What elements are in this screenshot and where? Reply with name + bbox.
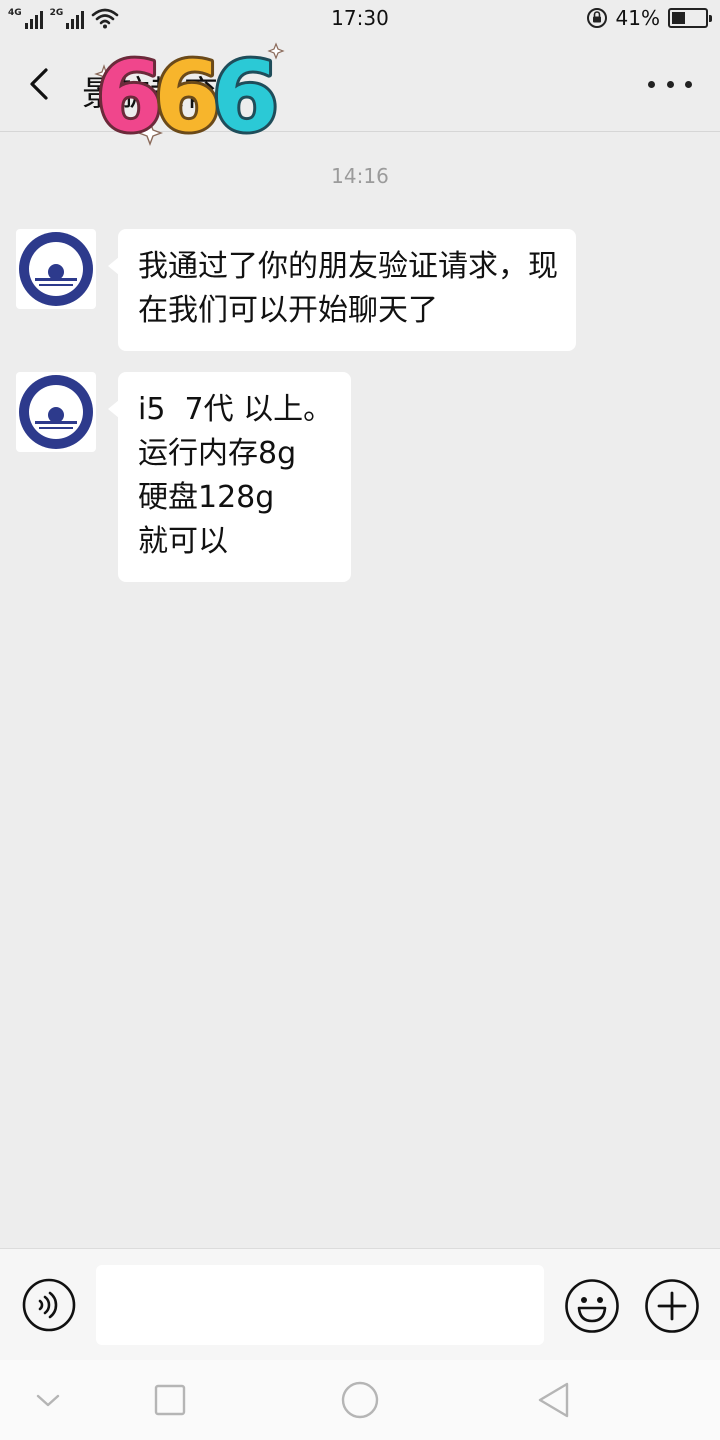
more-dot [685,80,692,88]
more-dot [666,80,674,88]
rotation-lock-icon [586,8,607,28]
message-line: 就可以 [138,524,228,559]
message-bubble[interactable]: 我通过了你的朋友验证请求，现 在我们可以开始聊天了 [108,229,576,351]
logo-avatar-icon [19,375,93,449]
message-bubble[interactable]: i5 7代 以上。 运行内存8g 硬盘128g 就可以 [107,372,352,582]
logo-avatar-icon [19,232,93,306]
status-right: 41% [586,6,712,30]
message-line: 硬盘128g [138,480,275,515]
home-circle-icon[interactable] [340,1380,380,1420]
input-bar [0,1248,720,1360]
contact-avatar[interactable] [16,372,96,452]
message-line: 在我们可以开始聊天了 [138,293,438,328]
message-line: 运行内存8g [138,436,297,471]
contact-avatar[interactable] [16,229,96,309]
battery-icon [668,8,712,28]
recent-apps-square-icon[interactable] [150,1380,190,1420]
plus-button[interactable] [644,1278,700,1334]
message-input[interactable] [96,1265,544,1345]
more-button[interactable] [648,72,692,96]
message-timestamp: 14:16 [331,164,389,188]
chat-header: 景航教育 6 6 6 [0,36,720,156]
more-dot [648,80,655,88]
emoji-button[interactable] [564,1278,620,1334]
chevron-down-icon[interactable] [28,1380,68,1420]
system-navigation-bar [0,1360,720,1440]
battery-percent: 41% [615,6,660,30]
back-triangle-icon[interactable] [534,1380,574,1420]
message-line: 我通过了你的朋友验证请求，现 [138,249,558,284]
back-button[interactable] [18,62,62,106]
battery-fill [672,12,685,24]
voice-button[interactable] [22,1278,76,1332]
chat-area[interactable]: 14:16 我通过了你的朋友验证请求，现 在我们可以开始聊天了 i5 7代 以上… [0,133,720,1248]
message-line: i5 7代 以上。 [138,392,334,427]
